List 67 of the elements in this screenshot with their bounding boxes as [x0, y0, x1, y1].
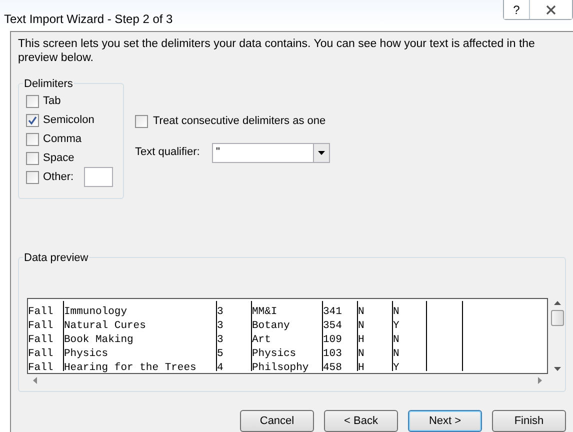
dialog-button[interactable]: Next >: [408, 410, 482, 432]
grid-cell: 3: [217, 334, 224, 346]
close-icon: [546, 4, 556, 14]
checkbox-label: Semicolon: [43, 112, 94, 128]
description-text: This screen lets you set the delimiters your data contains. You can see how your text is affected in the preview below.: [18, 37, 536, 65]
checkbox[interactable]: [26, 152, 39, 164]
grid-cell: 3: [217, 320, 224, 332]
grid-cell: Fall: [28, 348, 54, 360]
down-arrow-icon: [554, 366, 560, 371]
grid-cell: 341: [323, 306, 342, 318]
dialog-button[interactable]: < Back: [324, 410, 398, 432]
window-title: Text Import Wizard - Step 2 of 3: [4, 11, 173, 28]
grid-cell: Botany: [252, 320, 290, 332]
checkbox-label: Treat consecutive delimiters as one: [153, 114, 326, 129]
grid-cell: Immunology: [64, 306, 128, 318]
grid-cell: N: [393, 306, 400, 318]
grid-cell: H: [358, 334, 364, 346]
grid-cell: N: [393, 348, 400, 360]
close-button[interactable]: [530, 0, 572, 19]
grid-cell: Fall: [28, 306, 54, 318]
up-arrow-icon: [554, 301, 560, 305]
checkbox-label: Other:: [43, 170, 74, 185]
grid-cell: 458: [323, 362, 342, 374]
grid-cell: MM&I: [252, 306, 278, 318]
group-title: Data preview: [23, 250, 90, 266]
grid-cell: 109: [323, 334, 342, 346]
grid-cell: Fall: [28, 320, 54, 332]
grid-cell: 3: [217, 306, 224, 318]
grid-cell: H: [358, 362, 364, 374]
grid-cell: Book Making: [64, 334, 134, 346]
grid-cell: Y: [393, 362, 400, 374]
grid-cell: Art: [252, 334, 271, 346]
checkbox[interactable]: [26, 94, 39, 108]
grid-cell: N: [358, 348, 364, 360]
grid-cell: N: [393, 334, 400, 346]
checkbox[interactable]: [26, 170, 39, 184]
grid-cell: 4: [217, 362, 224, 374]
grid-cell: 354: [323, 320, 342, 332]
caret-icon: [318, 150, 325, 154]
check-icon: [28, 116, 37, 124]
checkbox[interactable]: [26, 132, 39, 146]
grid-cell: Fall: [28, 334, 54, 346]
checkbox[interactable]: [135, 114, 148, 128]
right-arrow-icon: [538, 377, 542, 384]
grid-cell: Physics: [64, 348, 108, 360]
grid-cell: Physics: [252, 348, 296, 360]
dialog-button[interactable]: Finish: [492, 410, 566, 432]
left-arrow-icon: [33, 377, 37, 384]
qualifier-dropdown[interactable]: ": [212, 142, 330, 162]
grid-cell: N: [358, 306, 364, 318]
other-field[interactable]: [84, 167, 113, 187]
grid-cell: Hearing for the Trees: [64, 362, 196, 374]
qualifier-label: Text qualifier:: [135, 145, 201, 160]
dialog-button[interactable]: Cancel: [240, 410, 314, 432]
checkbox-label: Space: [43, 150, 74, 166]
checkbox[interactable]: [26, 114, 39, 126]
grid-cell: Fall: [28, 362, 54, 374]
checkbox-label: Tab: [43, 94, 61, 109]
scroll-thumb[interactable]: [550, 310, 564, 326]
grid-cell: N: [358, 320, 364, 332]
grid-cell: 103: [323, 348, 342, 360]
grid-cell: Natural Cures: [64, 320, 146, 332]
checkbox-label: Comma: [43, 132, 82, 147]
grid-cell: 5: [217, 348, 224, 360]
help-button[interactable]: ?: [504, 0, 530, 19]
grid-cell: Philsophy: [252, 362, 309, 374]
grid-cell: Y: [393, 320, 400, 332]
